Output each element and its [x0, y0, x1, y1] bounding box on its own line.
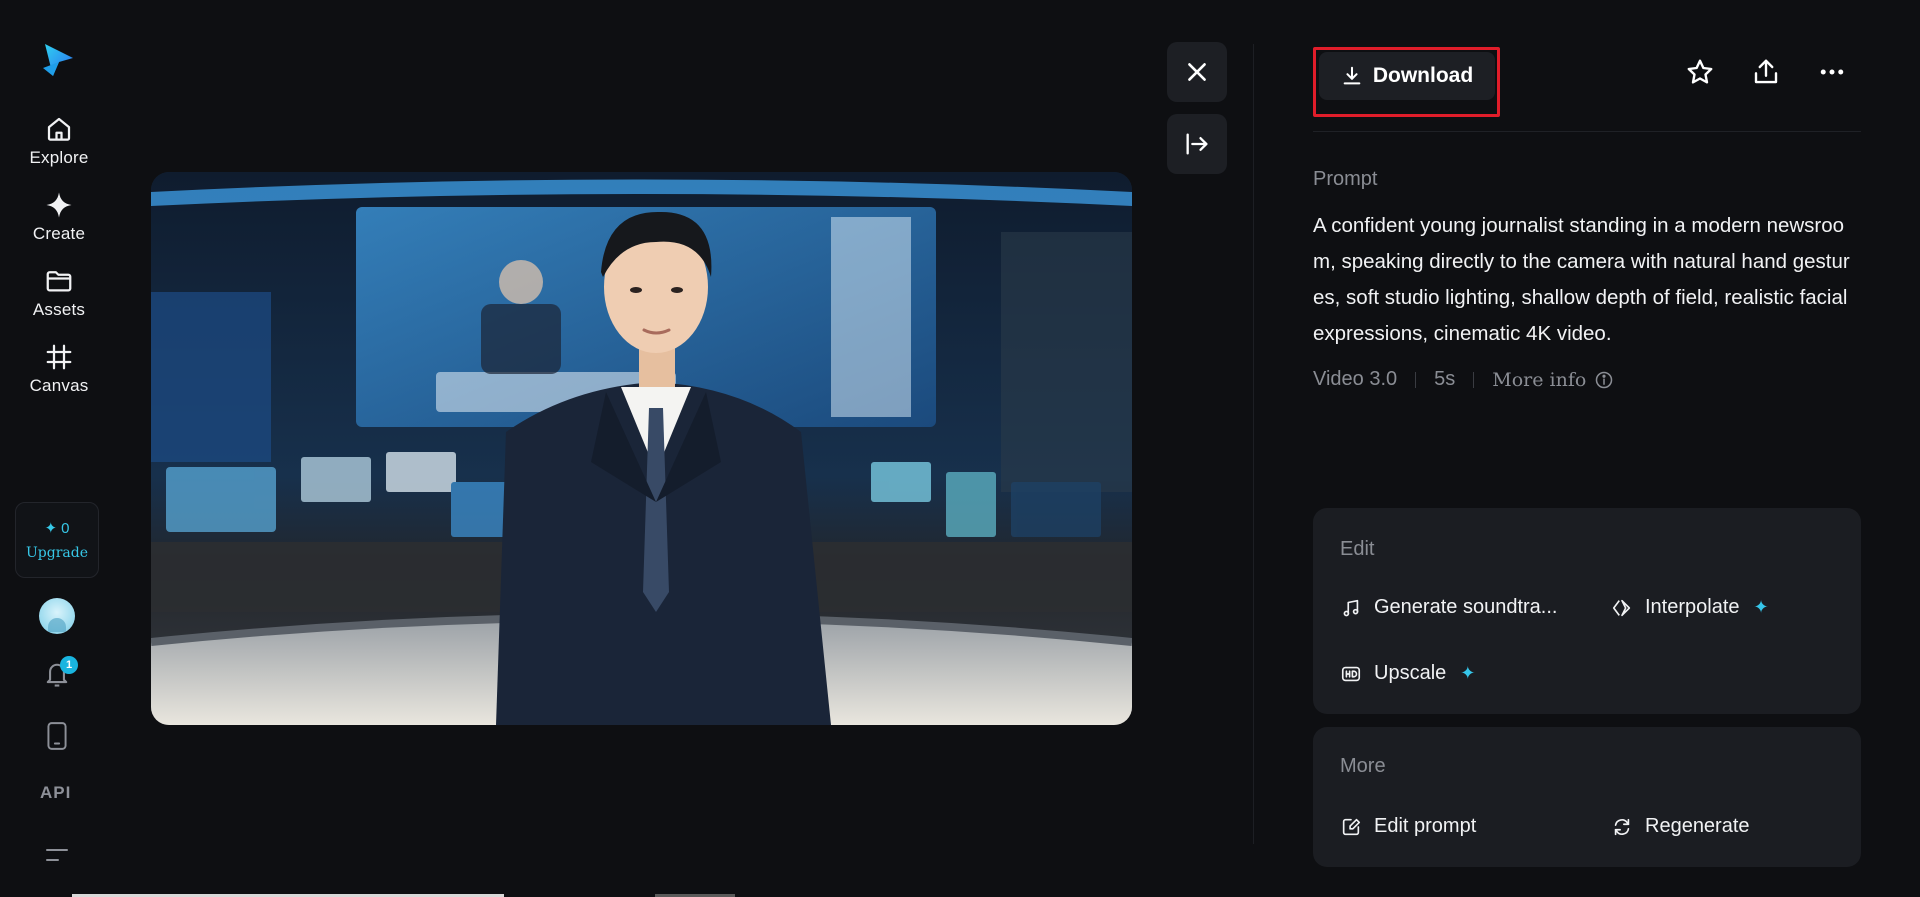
close-icon: [1188, 63, 1206, 81]
nav-label-create: Create: [32, 224, 86, 243]
regenerate-action[interactable]: Regenerate: [1611, 815, 1750, 838]
meta-separator: [1473, 371, 1475, 388]
more-options-button[interactable]: [1815, 55, 1849, 89]
nav-label-canvas: Canvas: [29, 376, 89, 395]
more-info-link[interactable]: More info: [1492, 369, 1614, 391]
collapse-panel-button[interactable]: [1167, 114, 1227, 174]
credits-counter: ✦ 0: [44, 519, 70, 538]
more-card: More Edit prompt Regenerate: [1313, 727, 1861, 867]
refresh-icon: [1614, 818, 1630, 835]
credit-sparkle-icon: ✦: [44, 520, 58, 537]
interpolate-label: Interpolate: [1645, 596, 1740, 618]
music-note-icon: [1343, 599, 1359, 616]
star-icon: [1687, 59, 1713, 84]
folder-icon: [46, 271, 72, 292]
download-icon: [1343, 66, 1361, 85]
details-panel: Download Prompt A confident young journa…: [1313, 0, 1861, 897]
home-icon: [47, 117, 71, 141]
edit-prompt-label: Edit prompt: [1374, 815, 1477, 837]
video-preview[interactable]: [151, 172, 1132, 725]
logo-icon[interactable]: [39, 38, 79, 82]
mobile-icon[interactable]: [44, 721, 70, 751]
favorite-button[interactable]: [1683, 55, 1717, 89]
generate-soundtrack-action[interactable]: Generate soundtra...: [1340, 596, 1557, 619]
grid-icon: [46, 344, 72, 370]
interpolate-action[interactable]: Interpolate ✦: [1611, 596, 1769, 619]
regenerate-label: Regenerate: [1645, 815, 1750, 837]
edit-card-title: Edit: [1340, 538, 1375, 560]
interpolate-icon: [1612, 599, 1631, 616]
panel-divider: [1253, 44, 1254, 844]
header-divider: [1313, 131, 1861, 132]
edit-prompt-action[interactable]: Edit prompt: [1340, 815, 1476, 838]
nav-label-explore: Explore: [29, 148, 89, 167]
share-icon: [1754, 59, 1778, 84]
edit-card: Edit Generate soundtra... Interpolate ✦: [1313, 508, 1861, 714]
edit-icon: [1342, 818, 1361, 835]
nav-label-assets: Assets: [32, 300, 86, 319]
nav-item-create[interactable]: Create: [9, 190, 109, 244]
avatar[interactable]: [39, 598, 75, 634]
generation-meta: Video 3.0 5s More info: [1313, 368, 1614, 391]
nav-item-assets[interactable]: Assets: [9, 266, 109, 320]
app-root: Explore Create Assets Canvas ✦ 0 Upgrade…: [0, 0, 1920, 897]
video-frame: [151, 172, 1132, 725]
info-icon: [1596, 371, 1613, 388]
generate-soundtrack-label: Generate soundtra...: [1374, 596, 1558, 618]
nav-item-explore[interactable]: Explore: [9, 114, 109, 168]
menu-icon[interactable]: [44, 845, 70, 865]
api-link[interactable]: API: [40, 783, 71, 803]
upgrade-label: Upgrade: [25, 545, 88, 561]
close-button[interactable]: [1167, 42, 1227, 102]
more-info-label: More info: [1492, 368, 1587, 391]
model-version: Video 3.0: [1313, 368, 1398, 390]
upscale-action[interactable]: Upscale ✦: [1340, 662, 1475, 685]
more-card-title: More: [1340, 755, 1386, 777]
premium-sparkle-icon: ✦: [1460, 663, 1476, 683]
download-button[interactable]: Download: [1319, 52, 1495, 100]
sparkle-icon: [46, 192, 72, 218]
prompt-label: Prompt: [1313, 168, 1378, 190]
nav-item-canvas[interactable]: Canvas: [9, 342, 109, 396]
ellipsis-icon: [1820, 69, 1844, 75]
prompt-text: A confident young journalist standing in…: [1313, 214, 1850, 345]
upscale-label: Upscale: [1374, 662, 1447, 684]
meta-separator: [1415, 371, 1417, 388]
download-label: Download: [1372, 64, 1474, 87]
premium-sparkle-icon: ✦: [1753, 597, 1769, 617]
arrow-right-bar-icon: [1186, 133, 1208, 155]
share-button[interactable]: [1749, 55, 1783, 89]
notification-badge: 1: [60, 656, 78, 674]
credits-value: 0: [61, 519, 70, 537]
upgrade-card[interactable]: ✦ 0 Upgrade: [15, 502, 99, 578]
sidebar: Explore Create Assets Canvas ✦ 0 Upgrade…: [0, 0, 118, 897]
video-duration: 5s: [1434, 368, 1456, 390]
hd-icon: [1341, 666, 1361, 681]
